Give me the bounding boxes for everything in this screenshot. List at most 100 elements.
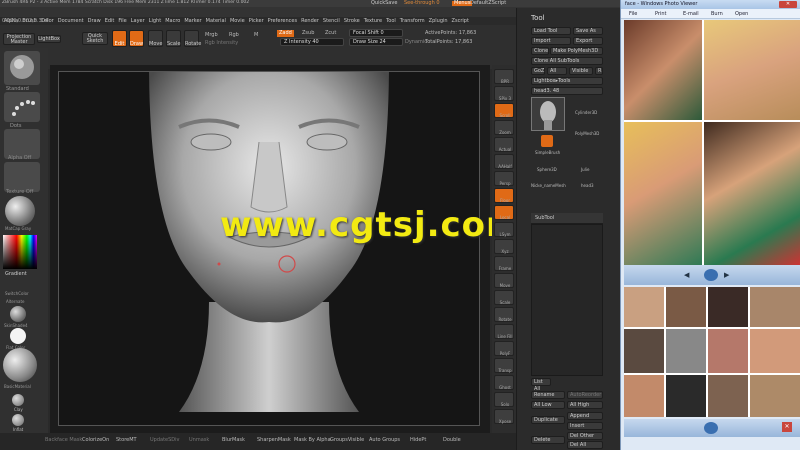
shelf-bpr-button[interactable]: BPR: [494, 69, 514, 84]
insert-button[interactable]: Insert: [567, 422, 603, 430]
simplebrush-icon[interactable]: [541, 135, 553, 147]
colorize-button[interactable]: ColorizeOn: [82, 437, 109, 443]
all-button[interactable]: All: [547, 67, 567, 75]
storemt-button[interactable]: StoreMT: [116, 437, 137, 443]
unmask-button[interactable]: Unmask: [189, 437, 209, 443]
print-menu[interactable]: Print: [655, 11, 667, 17]
dynamic-toggle[interactable]: Dynamic: [405, 40, 427, 45]
visible-button[interactable]: Visible: [569, 67, 593, 75]
tool-item-head[interactable]: head3: [581, 184, 594, 188]
del-other-button[interactable]: Del Other: [567, 432, 603, 440]
shelf-line-fill-button[interactable]: Line Fill: [494, 324, 514, 339]
color-picker[interactable]: [3, 235, 37, 269]
reference-photo[interactable]: [624, 20, 800, 265]
zcut-button[interactable]: Zcut: [325, 31, 336, 36]
quicksave-button[interactable]: QuickSave: [371, 1, 397, 6]
rgb-intensity-slider[interactable]: Rgb Intensity: [205, 41, 238, 46]
current-tool-slider[interactable]: head3. 48: [531, 87, 603, 95]
mrgb-button[interactable]: Mrgb: [205, 33, 218, 38]
autoreorder-button[interactable]: AutoReorder: [567, 391, 603, 399]
gradient-toggle[interactable]: Gradient: [5, 272, 27, 277]
rename-button[interactable]: Rename: [531, 391, 565, 399]
shelf-ghost-button[interactable]: Ghost: [494, 375, 514, 390]
switch-color-button[interactable]: SwitchColor: [5, 292, 29, 296]
delete-button[interactable]: Delete: [531, 436, 565, 444]
load-tool-button[interactable]: Load Tool: [531, 27, 571, 35]
burn-menu[interactable]: Burn: [711, 11, 723, 17]
shelf-floor-button[interactable]: Floor: [494, 188, 514, 203]
goz-button[interactable]: GoZ: [531, 67, 545, 75]
export-button[interactable]: Export: [573, 37, 603, 45]
seethrough-slider[interactable]: See-through 0: [404, 1, 440, 6]
basic-material-sphere[interactable]: [3, 348, 37, 382]
next-icon[interactable]: ▶: [724, 271, 729, 279]
subtool-list[interactable]: [531, 224, 603, 376]
brush-thumbnail[interactable]: [4, 51, 40, 85]
save-as-button[interactable]: Save As: [573, 27, 603, 35]
previous-icon[interactable]: ◀: [684, 271, 689, 279]
shelf-zoom-button[interactable]: Zoom: [494, 120, 514, 135]
slideshow-icon[interactable]: [704, 422, 718, 434]
r-button[interactable]: R: [595, 67, 603, 75]
double-button[interactable]: Double: [443, 437, 461, 443]
mask-by-alpha-button[interactable]: Mask By Alpha: [294, 437, 331, 443]
lightbox-tools-button[interactable]: Lightbox▸Tools: [531, 77, 603, 85]
shelf-actual-button[interactable]: Actual: [494, 137, 514, 152]
focal-shift-slider[interactable]: Focal Shift 0: [349, 29, 403, 37]
rotate-mode-button[interactable]: Rotate: [184, 30, 201, 47]
email-menu[interactable]: E-mail: [683, 11, 699, 17]
shelf-lsym-button[interactable]: LSym: [494, 222, 514, 237]
make-polymesh-button[interactable]: Make PolyMesh3D: [550, 47, 603, 55]
shelf-frame-button[interactable]: Frame: [494, 256, 514, 271]
shelf-persp-button[interactable]: Persp: [494, 171, 514, 186]
file-menu[interactable]: File: [629, 11, 637, 17]
auto-groups-button[interactable]: Auto Groups: [369, 437, 400, 443]
clone-button[interactable]: Clone: [531, 47, 549, 55]
tool-item-simplebrush[interactable]: SimpleBrush: [535, 151, 560, 155]
tool-item-mesh[interactable]: Nicke_nameMesh: [531, 184, 566, 188]
photo-collage[interactable]: [624, 287, 800, 417]
document-canvas[interactable]: [58, 62, 480, 426]
blurmask-button[interactable]: BlurMask: [222, 437, 245, 443]
shelf-xpose-button[interactable]: Xpose: [494, 409, 514, 424]
move-mode-button[interactable]: Move: [148, 30, 163, 47]
shelf-polyf-button[interactable]: PolyF: [494, 341, 514, 356]
tool-item-polymesh[interactable]: PolyMesh3D: [575, 132, 599, 136]
draw-mode-button[interactable]: Draw: [129, 30, 144, 47]
list-all-button[interactable]: List All: [531, 378, 551, 392]
shelf-scale-button[interactable]: Scale: [494, 290, 514, 305]
del-all-button[interactable]: Del All: [567, 441, 603, 449]
sharpenmask-button[interactable]: SharpenMask: [257, 437, 291, 443]
alternate-button[interactable]: Alternate: [6, 300, 24, 304]
clone-all-subtools-button[interactable]: Clone All SubTools: [531, 57, 603, 65]
import-button[interactable]: Import: [531, 37, 571, 45]
slideshow-icon[interactable]: [704, 269, 718, 281]
shelf-spix-3-button[interactable]: SPix 3: [494, 86, 514, 101]
flat-color-sphere[interactable]: [10, 328, 26, 344]
zsub-button[interactable]: Zsub: [302, 31, 314, 36]
hidept-button[interactable]: HidePt: [410, 437, 426, 443]
shelf-local-button[interactable]: Local: [494, 205, 514, 220]
current-tool-thumbnail[interactable]: [531, 97, 565, 131]
m-button[interactable]: M: [254, 33, 258, 38]
shelf-xyz-button[interactable]: Xyz: [494, 239, 514, 254]
shelf-aahalf-button[interactable]: AAHalf: [494, 154, 514, 169]
delete-icon[interactable]: ✕: [782, 422, 792, 432]
rgb-button[interactable]: Rgb: [229, 33, 239, 38]
duplicate-button[interactable]: Duplicate: [531, 416, 565, 424]
scale-mode-button[interactable]: Scale: [166, 30, 181, 47]
edit-mode-button[interactable]: Edit: [112, 30, 127, 47]
texture-thumbnail[interactable]: [4, 162, 40, 192]
tool-item-cylinder[interactable]: Cylinder3D: [575, 111, 597, 115]
shelf-move-button[interactable]: Move: [494, 273, 514, 288]
backface-mask-button[interactable]: Backface Mask: [45, 437, 82, 443]
clay-brush-icon[interactable]: [12, 394, 24, 406]
shelf-solo-button[interactable]: Solo: [494, 392, 514, 407]
lightbox-button[interactable]: LightBox: [37, 35, 61, 43]
skinshade-sphere[interactable]: [10, 306, 26, 322]
all-high-button[interactable]: All High: [567, 401, 603, 409]
all-low-button[interactable]: All Low: [531, 401, 565, 409]
subtool-header[interactable]: SubTool: [531, 213, 603, 224]
update-sdiv-button[interactable]: UpdateSDiv: [150, 437, 179, 443]
open-menu[interactable]: Open: [735, 11, 748, 17]
